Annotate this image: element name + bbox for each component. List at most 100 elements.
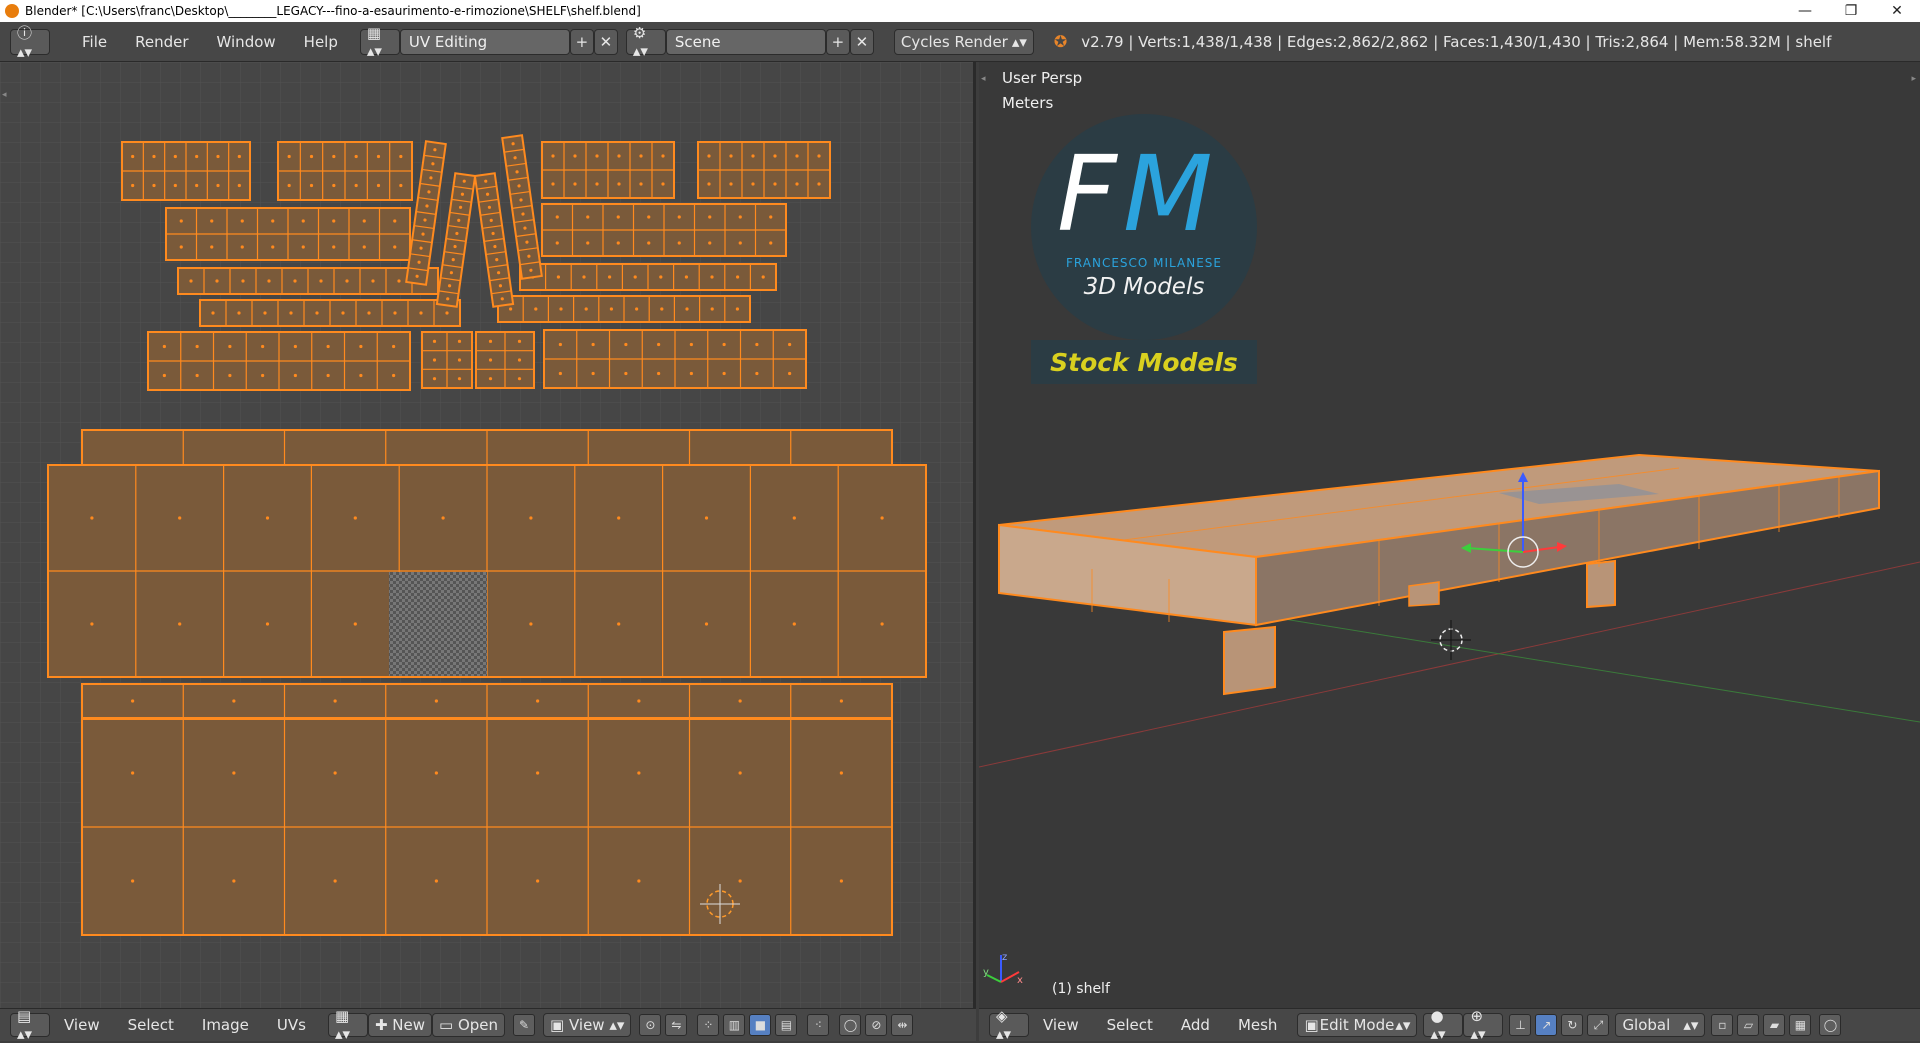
rotate-manipulator-icon[interactable]: ↻ bbox=[1561, 1014, 1584, 1036]
transform-orientation-select[interactable]: Global ▴▾ bbox=[1615, 1013, 1706, 1037]
uv-editor-header: ▤ ▴▾ View Select Image UVs ▦ ▴▾ ✚ New ▭ … bbox=[0, 1007, 976, 1043]
snap-target-icon[interactable]: ⇹ bbox=[891, 1014, 914, 1036]
vertex-select-icon[interactable]: ⁘ bbox=[697, 1014, 720, 1036]
view3d-menu-add[interactable]: Add bbox=[1167, 1016, 1224, 1034]
units-label: Meters bbox=[1002, 94, 1054, 112]
viewport-shading-icon[interactable]: ● ▴▾ bbox=[1423, 1007, 1464, 1043]
logo-tagline: 3D Models bbox=[1083, 274, 1205, 300]
uv-island bbox=[543, 329, 807, 389]
properties-toggle-icon[interactable]: ▸ bbox=[1911, 74, 1916, 84]
shelf-mesh bbox=[998, 453, 1880, 696]
face-select-mode-icon[interactable]: ▰ bbox=[1763, 1014, 1786, 1036]
remove-screen-icon[interactable]: ✕ bbox=[593, 28, 618, 55]
view3d-menu-view[interactable]: View bbox=[1029, 1016, 1093, 1034]
limit-selection-icon[interactable]: ▦ bbox=[1789, 1014, 1812, 1036]
scene-icon[interactable]: ⚙ ▴▾ bbox=[625, 24, 666, 60]
sync-selection-icon[interactable]: ⇋ bbox=[665, 1014, 688, 1036]
folder-icon: ▭ bbox=[439, 1016, 458, 1034]
view3d-menu-select[interactable]: Select bbox=[1093, 1016, 1167, 1034]
editor-type-image-icon[interactable]: ▤ ▴▾ bbox=[10, 1007, 50, 1043]
uv-island bbox=[277, 141, 413, 201]
sticky-mode-icon[interactable]: ⁖ bbox=[807, 1014, 830, 1036]
selected-face-checker bbox=[389, 572, 487, 676]
uv-island bbox=[147, 331, 411, 391]
uv-menu-view[interactable]: View bbox=[50, 1016, 114, 1034]
uv-island bbox=[475, 331, 535, 389]
dropdown-arrows-icon: ▴▾ bbox=[1395, 1016, 1411, 1034]
screen-layout-field[interactable]: UV Editing bbox=[399, 28, 570, 55]
y-axis-line bbox=[1178, 601, 1920, 723]
pin-icon[interactable]: ✎ bbox=[513, 1014, 536, 1036]
toolshelf-toggle-icon[interactable]: ◂ bbox=[981, 74, 986, 84]
blender-app-icon bbox=[5, 4, 19, 18]
window-title: Blender* [C:\Users\franc\Desktop\_______… bbox=[25, 4, 641, 18]
view3d-menu-mesh[interactable]: Mesh bbox=[1224, 1016, 1292, 1034]
edge-select-mode-icon[interactable]: ▱ bbox=[1737, 1014, 1760, 1036]
logo-name: FRANCESCO MILANESE bbox=[1066, 256, 1222, 270]
menu-file[interactable]: File bbox=[68, 33, 121, 51]
menu-window[interactable]: Window bbox=[203, 33, 290, 51]
uv-image-editor[interactable]: ◂ bbox=[0, 62, 976, 1008]
minimize-button[interactable]: — bbox=[1782, 0, 1828, 22]
add-scene-icon[interactable]: + bbox=[825, 28, 850, 55]
close-window-button[interactable]: ✕ bbox=[1874, 0, 1920, 22]
gizmo-z-label: z bbox=[1002, 952, 1008, 963]
dropdown-arrows-icon: ▴▾ bbox=[1011, 32, 1027, 51]
editor-type-info-icon[interactable]: ⓘ ▴▾ bbox=[10, 24, 50, 61]
vertex-select-mode-icon[interactable]: ▫ bbox=[1711, 1014, 1734, 1036]
proportional-edit-icon[interactable]: ◯ bbox=[839, 1014, 862, 1036]
mode-select[interactable]: ▣ Edit Mode ▴▾ bbox=[1297, 1013, 1418, 1037]
view-mode-icon: ▣ bbox=[550, 1016, 569, 1034]
pivot-icon[interactable]: ⊙ bbox=[639, 1014, 662, 1036]
uv-menu-select[interactable]: Select bbox=[114, 1016, 188, 1034]
island-select-icon[interactable]: ▤ bbox=[775, 1014, 798, 1036]
scene-stats: v2.79 | Verts:1,438/1,438 | Edges:2,862/… bbox=[1081, 32, 1832, 51]
manipulator-toggle-icon[interactable]: ⊥ bbox=[1509, 1014, 1532, 1036]
logo-initial-f: F bbox=[1057, 133, 1117, 255]
view-mode-select[interactable]: ▣ View ▴▾ bbox=[543, 1013, 632, 1037]
uv-island bbox=[81, 718, 893, 936]
view-mode-label: View bbox=[568, 1016, 605, 1034]
uv-canvas[interactable] bbox=[0, 62, 976, 1008]
menu-render[interactable]: Render bbox=[121, 33, 202, 51]
render-engine-select[interactable]: Cycles Render ▴▾ bbox=[893, 28, 1034, 55]
uv-island bbox=[519, 263, 777, 291]
uv-island bbox=[121, 141, 251, 201]
fm-logo: F M FRANCESCO MILANESE 3D Models bbox=[1031, 114, 1257, 340]
new-image-label: New bbox=[392, 1016, 425, 1034]
uv-menu-image[interactable]: Image bbox=[188, 1016, 263, 1034]
uv-island bbox=[541, 141, 675, 199]
translate-manipulator-icon[interactable]: ↗ bbox=[1535, 1014, 1558, 1036]
dropdown-arrows-icon: ▴▾ bbox=[604, 1016, 625, 1034]
info-header: ⓘ ▴▾ File Render Window Help ▦ ▴▾ UV Edi… bbox=[0, 22, 1920, 62]
remove-scene-icon[interactable]: ✕ bbox=[849, 28, 874, 55]
screen-layout-icon[interactable]: ▦ ▴▾ bbox=[359, 24, 400, 60]
add-screen-icon[interactable]: + bbox=[569, 28, 594, 55]
open-image-button[interactable]: ▭ Open bbox=[432, 1013, 506, 1037]
pivot-point-icon[interactable]: ⊕ ▴▾ bbox=[1463, 1007, 1504, 1043]
proportional-editing-icon[interactable]: ◯ bbox=[1819, 1014, 1842, 1036]
image-browse-icon[interactable]: ▦ ▴▾ bbox=[327, 1007, 368, 1043]
editor-type-3dview-icon[interactable]: ◈ ▴▾ bbox=[989, 1007, 1029, 1043]
plus-icon: ✚ bbox=[374, 1016, 393, 1034]
3d-cursor-icon bbox=[1431, 620, 1471, 660]
restore-button[interactable]: ❐ bbox=[1828, 0, 1874, 22]
view-name-label: User Persp bbox=[1002, 69, 1083, 87]
uv-island bbox=[81, 683, 893, 719]
face-select-icon[interactable]: ■ bbox=[749, 1014, 772, 1036]
orientation-label: Global bbox=[1622, 1016, 1671, 1034]
scene-field[interactable]: Scene bbox=[665, 28, 826, 55]
edit-mode-icon: ▣ bbox=[1304, 1016, 1319, 1034]
uv-island bbox=[697, 141, 831, 199]
uv-island bbox=[199, 299, 461, 327]
uv-menu-uvs[interactable]: UVs bbox=[263, 1016, 320, 1034]
new-image-button[interactable]: ✚ New bbox=[367, 1013, 432, 1037]
scale-manipulator-icon[interactable]: ⤢ bbox=[1587, 1014, 1610, 1036]
snap-icon[interactable]: ⊘ bbox=[865, 1014, 888, 1036]
stock-models-banner: Stock Models bbox=[1031, 340, 1257, 384]
open-image-label: Open bbox=[457, 1016, 499, 1034]
uv-island bbox=[541, 203, 787, 257]
edge-select-icon[interactable]: ▥ bbox=[723, 1014, 746, 1036]
menu-help[interactable]: Help bbox=[290, 33, 352, 51]
toolshelf-toggle-icon[interactable]: ◂ bbox=[2, 90, 7, 100]
